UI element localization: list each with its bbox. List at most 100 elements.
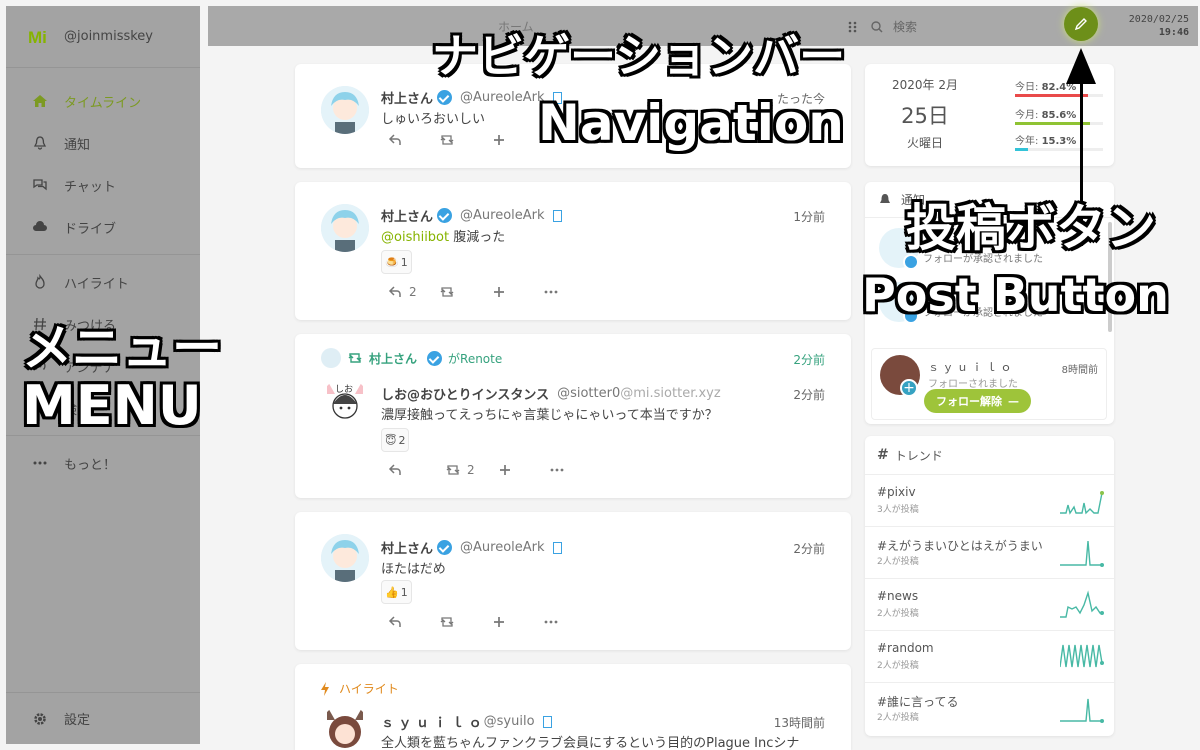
bookmark-icon xyxy=(552,209,562,222)
reply-icon xyxy=(387,132,403,148)
note-author-host: @mi.siotter.xyz xyxy=(620,386,721,401)
reply-button[interactable] xyxy=(387,614,439,630)
avatar[interactable] xyxy=(321,534,369,582)
note-text: 全人類を藍ちゃんファンクラブ会員にするという目的のPlague Incシナ xyxy=(381,736,800,750)
sidebar-item-chat[interactable]: チャット xyxy=(6,164,200,206)
reaction-button[interactable] xyxy=(491,284,543,300)
trend-item[interactable]: #pixiv 3人が投稿 xyxy=(865,474,1114,526)
note-card[interactable]: ハイライト ｓ ｙ ｕ ｉ ｌ ｏ @syuilo 13時間前 全人類を藍ちゃん… xyxy=(295,664,851,750)
renote-timestamp[interactable]: 2分前 xyxy=(793,351,825,368)
renote-button[interactable] xyxy=(439,614,491,630)
sidebar-item-settings[interactable]: 設定 xyxy=(6,692,200,744)
trend-sparkline xyxy=(1060,491,1104,515)
avatar[interactable]: しお xyxy=(321,378,369,426)
note-timestamp[interactable]: 13時間前 xyxy=(774,714,825,731)
reaction-chip[interactable]: 👍 1 xyxy=(381,580,412,604)
renote-button[interactable] xyxy=(439,132,491,148)
trend-tag[interactable]: #news xyxy=(877,589,918,603)
renote-header: 村上さん がRenote xyxy=(321,348,502,368)
trend-item[interactable]: #えがうまいひとはえがうまい 2人が投稿 xyxy=(865,526,1114,578)
progress-fill xyxy=(1015,148,1029,151)
reply-button[interactable] xyxy=(387,462,439,478)
sidebar-item-label: もっと！ xyxy=(64,457,117,473)
reaction-button[interactable] xyxy=(497,462,549,478)
post-button[interactable] xyxy=(1064,7,1098,41)
sidebar-item-more[interactable]: もっと！ xyxy=(6,442,200,484)
reaction-button[interactable] xyxy=(491,132,543,148)
ellipsis-icon xyxy=(543,284,559,300)
lightning-icon xyxy=(317,681,333,697)
trend-item[interactable]: #news 2人が投稿 xyxy=(865,578,1114,630)
trend-item[interactable]: #random 2人が投稿 xyxy=(865,630,1114,682)
calendar-weekday: 火曜日 xyxy=(906,136,943,150)
avatar[interactable] xyxy=(321,704,369,750)
reply-count: 2 xyxy=(409,285,417,299)
note-author-name[interactable]: 村上さん xyxy=(381,88,433,107)
more-button[interactable] xyxy=(543,284,595,300)
svg-text:しお: しお xyxy=(335,384,353,395)
reaction-chip[interactable]: 🍮 1 xyxy=(381,250,412,274)
avatar[interactable] xyxy=(321,204,369,252)
note-author-username[interactable]: @syuilo xyxy=(484,714,535,729)
note-author-username[interactable]: @AureoleArk xyxy=(460,208,545,223)
trend-item[interactable]: #誰に言ってる 2人が投稿 xyxy=(865,682,1114,734)
plus-icon xyxy=(497,462,513,478)
svg-text:Mi: Mi xyxy=(28,28,47,47)
note-author-name[interactable]: 村上さん xyxy=(381,206,433,225)
note-author-username[interactable]: @AureoleArk xyxy=(460,90,545,105)
plus-icon xyxy=(491,284,507,300)
renote-button[interactable] xyxy=(439,284,491,300)
note-card[interactable]: 村上さん @AureoleArk 2分前 ほたはだめ 👍 1 xyxy=(295,512,851,650)
renoter-name[interactable]: 村上さん xyxy=(369,350,417,367)
sidebar-item-highlight[interactable]: ハイライト xyxy=(6,261,200,303)
widget-title: トレンド xyxy=(894,448,943,463)
note-timestamp[interactable]: 2分前 xyxy=(793,386,825,403)
more-button[interactable] xyxy=(543,614,595,630)
sidebar-item-notifications[interactable]: 通知 xyxy=(6,122,200,164)
renote-button[interactable]: 2 xyxy=(445,462,497,478)
note-card[interactable]: 村上さん @AureoleArk 1分前 @oishiibot 腹減った 🍮 1… xyxy=(295,182,851,320)
reaction-emoji: 😇 xyxy=(385,433,397,447)
note-timestamp[interactable]: 2分前 xyxy=(793,540,825,557)
note-author-name[interactable]: 村上さん xyxy=(381,538,433,557)
reaction-button[interactable] xyxy=(491,614,543,630)
mention-link[interactable]: @oishiibot xyxy=(381,230,449,245)
trend-tag[interactable]: #pixiv xyxy=(877,485,916,499)
trend-count: 2人が投稿 xyxy=(877,609,919,619)
sidebar-item-label: ドライブ xyxy=(64,221,117,237)
trend-tag[interactable]: #random xyxy=(877,641,934,655)
note-author-username[interactable]: @AureoleArk xyxy=(460,540,545,555)
renoter-avatar[interactable] xyxy=(321,348,341,368)
reaction-chip[interactable]: 😇 2 xyxy=(381,428,410,452)
trend-tag[interactable]: #誰に言ってる xyxy=(877,693,958,710)
annotation-post-en: Post Button xyxy=(862,268,1169,322)
note-timestamp[interactable]: 1分前 xyxy=(793,208,825,225)
notification-user[interactable]: ｓ ｙ ｕ ｉ ｌ ｏ xyxy=(928,359,1011,375)
reaction-emoji: 👍 xyxy=(385,585,399,599)
sidebar-item-timeline[interactable]: タイムライン xyxy=(6,80,200,122)
notification-time: 8時間前 xyxy=(1061,365,1098,376)
notification-item[interactable]: + ｓ ｙ ｕ ｉ ｌ ｏ 8時間前 フォローされました フォロー解除 — xyxy=(871,348,1107,420)
reaction-count: 2 xyxy=(398,433,406,447)
sidebar-item-label: 設定 xyxy=(64,713,91,728)
reaction-count: 1 xyxy=(400,255,408,269)
note-card[interactable]: 村上さん がRenote 2分前 しお しお@おひとりインスタンス @siott… xyxy=(295,334,851,498)
reply-button[interactable]: 2 xyxy=(387,284,439,300)
trend-sparkline xyxy=(1060,698,1104,723)
annotation-navbar-jp: ナビゲーションバー xyxy=(432,29,846,83)
pencil-icon xyxy=(1073,16,1089,32)
note-author-username[interactable]: @siotter0 xyxy=(557,386,620,401)
note-author-name[interactable]: ｓ ｙ ｕ ｉ ｌ ｏ xyxy=(381,712,482,731)
unfollow-button[interactable]: フォロー解除 — xyxy=(924,389,1031,413)
trend-tag[interactable]: #えがうまいひとはえがうまい xyxy=(877,537,1043,554)
account-header[interactable]: Mi @joinmisskey xyxy=(6,6,200,68)
sidebar-item-drive[interactable]: ドライブ xyxy=(6,206,200,248)
reply-button[interactable] xyxy=(387,132,439,148)
note-author-name[interactable]: しお@おひとりインスタンス xyxy=(381,384,549,403)
retweet-icon xyxy=(347,350,363,366)
more-button[interactable] xyxy=(549,462,601,478)
progress-bar-month xyxy=(1015,122,1103,125)
search-field[interactable]: 検索 xyxy=(845,18,917,35)
avatar[interactable] xyxy=(321,86,369,134)
retweet-icon xyxy=(445,462,461,478)
